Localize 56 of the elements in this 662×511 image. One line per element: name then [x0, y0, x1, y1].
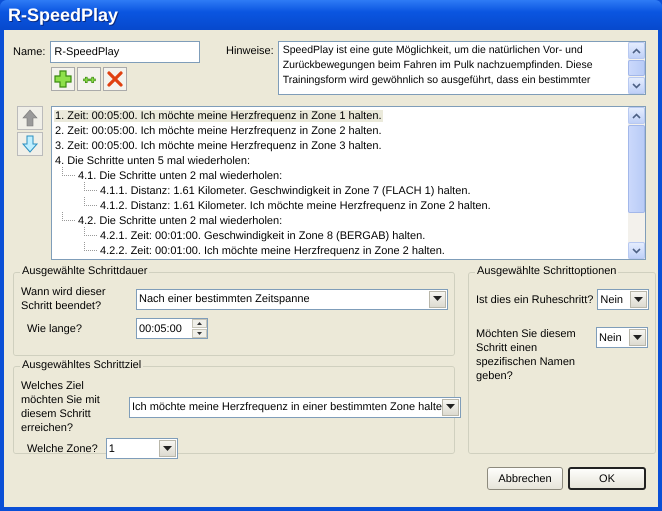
double-plus-icon	[80, 75, 98, 83]
zone-dropdown[interactable]: 1	[106, 438, 178, 459]
step-item[interactable]: 4.1.1. Distanz: 1.61 Kilometer. Geschwindigkeit in Zone 7 (FLACH 1) halten.	[99, 184, 472, 196]
scroll-up-icon	[632, 48, 641, 54]
step-item[interactable]: 4. Die Schritte unten 5 mal wiederholen:	[54, 154, 252, 166]
spin-down-icon	[197, 332, 202, 335]
caret-icon	[634, 296, 644, 302]
custom-name-label: Möchten Sie diesem Schritt einen spezifischen Namen geben?	[476, 327, 577, 383]
delete-icon	[106, 70, 124, 88]
plus-icon	[54, 70, 72, 88]
dialog-button[interactable]: OK	[568, 467, 646, 490]
arrow-up-icon	[21, 109, 39, 127]
scroll-down-icon	[632, 248, 641, 254]
add-repeat-button[interactable]	[77, 67, 101, 91]
step-item[interactable]: 4.1. Die Schritte unten 2 mal wiederholen:	[77, 170, 284, 182]
goal-dropdown[interactable]: Ich möchte meine Herzfrequenz in einer bestimmten Zone halte	[129, 396, 461, 418]
add-step-button[interactable]	[51, 67, 75, 91]
group-title: Ausgewählte Schrittoptionen	[475, 265, 618, 277]
rest-step-dropdown[interactable]: Nein	[597, 289, 650, 310]
step-item[interactable]: 3. Zeit: 00:05:00. Ich möchte meine Herzfrequenz in Zone 3 halten.	[54, 140, 383, 152]
arrow-down-icon	[21, 135, 39, 153]
scroll-down-icon	[632, 82, 641, 88]
name-label: Name:	[13, 46, 46, 58]
goal-label: Welches Ziel möchten Sie mit diesem Schritt erreichen?	[21, 379, 101, 435]
rest-step-label: Ist dies ein Ruheschritt?	[476, 292, 594, 306]
caret-icon	[633, 334, 642, 340]
notes-label: Hinweise:	[226, 44, 274, 59]
name-field[interactable]: R-SpeedPlay	[50, 41, 200, 63]
custom-name-dropdown[interactable]: Nein	[596, 327, 648, 348]
step-item[interactable]: 4.2.2. Zeit: 00:01:00. Ich möchte meine Herzfrequenz in Zone 2 halten.	[99, 244, 446, 256]
move-down-button[interactable]	[17, 132, 43, 156]
step-item[interactable]: 1. Zeit: 00:05:00. Ich möchte meine Herzfrequenz in Zone 1 halten.	[54, 110, 383, 122]
scroll-up-icon	[632, 112, 641, 118]
caret-icon	[446, 404, 455, 410]
move-up-button[interactable]	[17, 106, 43, 130]
caret-icon	[433, 296, 442, 302]
dialog-button[interactable]: Abbrechen	[487, 467, 563, 490]
step-item[interactable]: 4.1.2. Distanz: 1.61 Kilometer. Ich möchte meine Herzfrequenz in Zone 2 halten.	[99, 200, 492, 212]
step-end-label: Wann wird dieser Schritt beendet?	[21, 285, 107, 313]
notes-text: SpeedPlay ist eine gute Möglichkeit, um die natürlichen Vor- und Zurückbewegungen beim Fahren im Pulk nachzuempfinden. Diese Trainingsform wird gewöhnlich so ausgeführt, dass ein bestimmter	[282, 43, 594, 88]
step-item[interactable]: 2. Zeit: 00:05:00. Ich möchte meine Herzfrequenz in Zone 2 halten.	[54, 124, 383, 136]
delete-button[interactable]	[103, 67, 127, 91]
window-title: R-SpeedPlay	[8, 4, 118, 26]
step-end-dropdown[interactable]: Nach einer bestimmten Zeitspanne	[136, 288, 448, 310]
caret-icon	[162, 446, 172, 452]
zone-label: Welche Zone?	[26, 442, 98, 456]
duration-label: Wie lange?	[26, 322, 84, 336]
notes-field[interactable]: SpeedPlay ist eine gute Möglichkeit, um die natürlichen Vor- und Zurückbewegungen beim Fahren im Pulk nachzuempfinden. Diese Trainingsform wird gewöhnlich so ausgeführt, dass ein bestimmter	[278, 41, 646, 95]
scrollbar[interactable]	[628, 42, 645, 94]
step-item[interactable]: 4.2.1. Zeit: 00:01:00. Geschwindigkeit in Zone 8 (BERGAB) halten.	[99, 230, 426, 242]
spin-up-icon	[197, 322, 202, 325]
group-title: Ausgewähltes Schrittziel	[20, 359, 144, 371]
group-title: Ausgewählte Schrittdauer	[20, 265, 150, 277]
scrollbar[interactable]	[628, 107, 645, 259]
duration-spinner[interactable]: 00:05:00	[136, 318, 208, 339]
step-item[interactable]: 4.2. Die Schritte unten 2 mal wiederholen:	[77, 214, 284, 226]
